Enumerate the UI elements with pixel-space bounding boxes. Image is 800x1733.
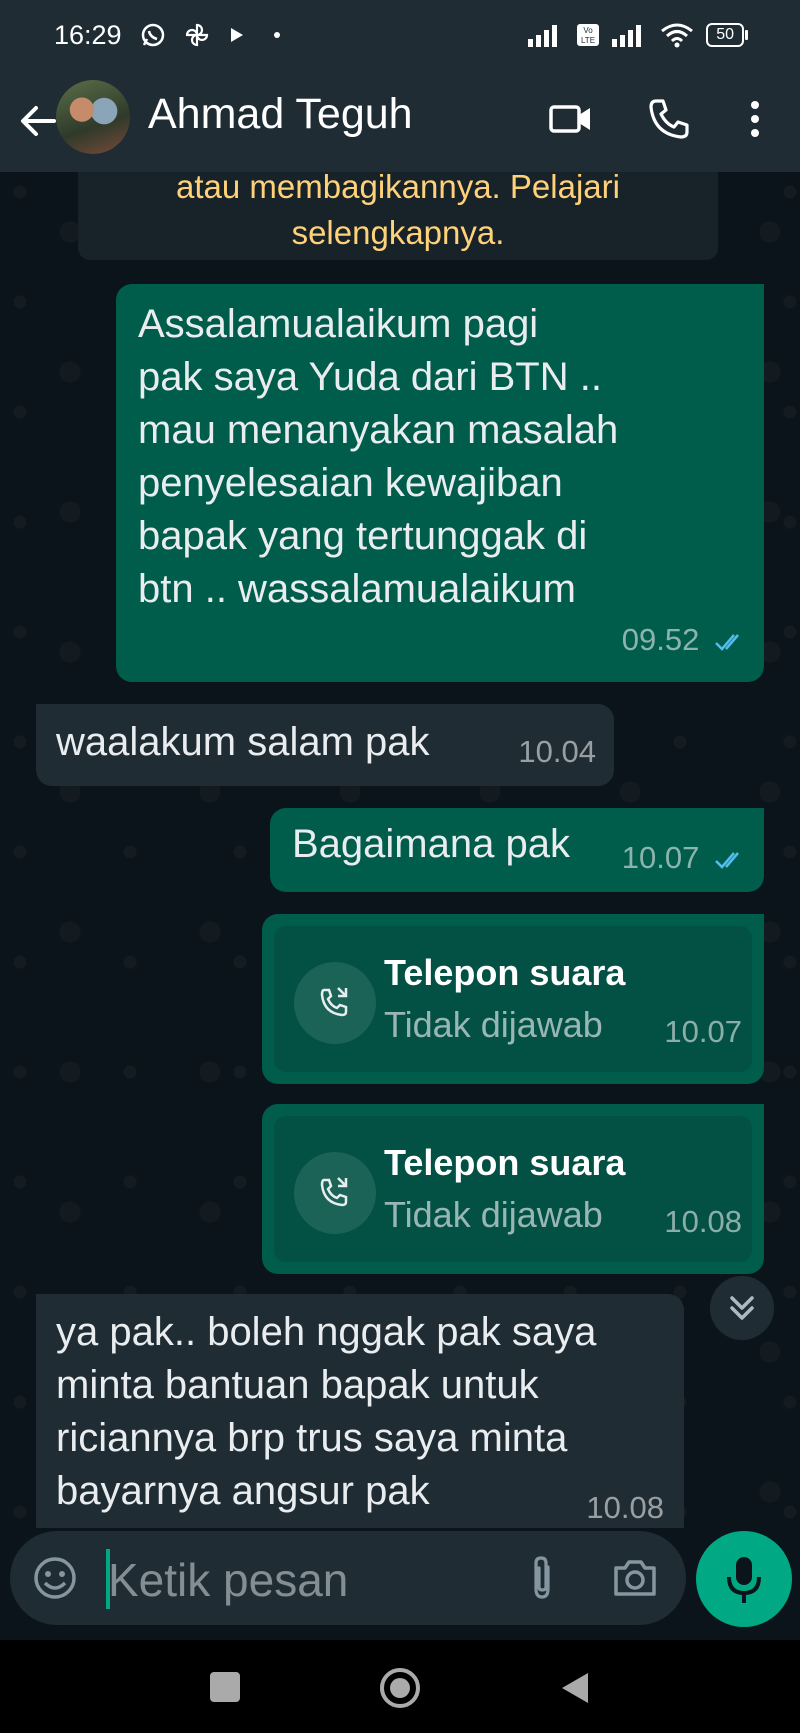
- call-card-inner: Telepon suara Tidak dijawab 10.07: [274, 926, 752, 1072]
- message-line: bapak yang tertunggak di: [138, 514, 588, 558]
- message-meta: 09.52: [622, 613, 748, 666]
- message-time: 10.07: [621, 840, 700, 875]
- svg-text:LTE: LTE: [581, 36, 595, 45]
- message-text: waalakum salam pak: [56, 720, 430, 764]
- chat-area[interactable]: atau membagikannya. Pelajari selengkapny…: [0, 172, 800, 1528]
- double-check-icon: [715, 633, 739, 651]
- camera-icon[interactable]: [610, 1553, 660, 1603]
- signal-icon: [612, 25, 642, 47]
- encryption-note-line2: selengkapnya.: [291, 214, 505, 251]
- status-right-icons: Vo LTE 50: [528, 22, 748, 48]
- svg-text:Vo: Vo: [584, 26, 594, 35]
- message-time: 10.07: [664, 1014, 742, 1049]
- missed-call-icon: [320, 1177, 348, 1207]
- status-dot: [274, 32, 280, 38]
- message-composer[interactable]: Ketik pesan: [10, 1531, 686, 1625]
- mic-icon: [727, 1557, 761, 1603]
- more-options-icon[interactable]: [740, 96, 770, 142]
- message-line: mau menanyakan masalah: [138, 408, 619, 452]
- message-line: minta bantuan bapak untuk: [56, 1363, 539, 1407]
- play-icon: [231, 28, 243, 42]
- message-time: 10.08: [664, 1204, 742, 1239]
- call-card-inner: Telepon suara Tidak dijawab 10.08: [274, 1116, 752, 1262]
- nav-home-icon[interactable]: [378, 1666, 422, 1710]
- encryption-note-line1: atau membagikannya. Pelajari: [176, 172, 620, 205]
- whatsapp-icon: [141, 23, 165, 47]
- volte-icon: VoLTE: [577, 24, 600, 46]
- message-meta: 10.07: [622, 831, 748, 884]
- message-bubble-incoming[interactable]: ya pak.. boleh nggak pak saya minta bant…: [36, 1294, 684, 1528]
- signal-icon: [528, 25, 558, 47]
- message-line: riciannya brp trus saya minta: [56, 1416, 568, 1460]
- missed-call-card[interactable]: Telepon suara Tidak dijawab 10.07: [262, 914, 764, 1084]
- call-title: Telepon suara: [384, 1142, 626, 1183]
- wifi-icon: [661, 23, 694, 48]
- status-bar: 16:29 Vo LTE 50: [0, 0, 800, 72]
- message-line: penyelesaian kewajiban: [138, 461, 563, 505]
- contact-name[interactable]: Ahmad Teguh: [148, 90, 413, 139]
- call-icon-circle: [294, 1152, 376, 1234]
- pinwheel-icon: [185, 23, 209, 47]
- battery-icon: 50: [706, 23, 748, 47]
- message-line: pak saya Yuda dari BTN ..: [138, 355, 602, 399]
- double-check-icon: [715, 851, 739, 869]
- message-bubble-incoming[interactable]: waalakum salam pak 10.04: [36, 704, 614, 786]
- call-icon-circle: [294, 962, 376, 1044]
- message-line: bayarnya angsur pak: [56, 1469, 430, 1513]
- message-line: btn .. wassalamualaikum: [138, 567, 576, 611]
- call-status: Tidak dijawab: [384, 1004, 603, 1045]
- message-time: 09.52: [621, 622, 700, 657]
- call-status: Tidak dijawab: [384, 1194, 603, 1235]
- message-bubble-outgoing[interactable]: Bagaimana pak 10.07: [270, 808, 764, 892]
- phone-icon[interactable]: [646, 96, 692, 142]
- message-line: ya pak.. boleh nggak pak saya: [56, 1310, 597, 1354]
- chat-header: Ahmad Teguh: [0, 72, 800, 172]
- status-time: 16:29: [54, 20, 122, 50]
- emoji-icon[interactable]: [32, 1555, 78, 1601]
- scroll-down-button[interactable]: [710, 1276, 774, 1340]
- message-time: 10.04: [518, 734, 596, 769]
- nav-back-icon[interactable]: [558, 1670, 592, 1706]
- system-nav-bar: [0, 1640, 800, 1733]
- missed-call-icon: [320, 987, 348, 1017]
- message-bubble-outgoing[interactable]: Assalamualaikum pagi pak saya Yuda dari …: [116, 284, 764, 682]
- message-text: Bagaimana pak: [292, 822, 570, 866]
- message-time: 10.08: [586, 1490, 664, 1525]
- video-call-icon[interactable]: [548, 96, 594, 142]
- voice-record-button[interactable]: [696, 1531, 792, 1627]
- nav-recents-icon[interactable]: [210, 1672, 240, 1702]
- encryption-note[interactable]: atau membagikannya. Pelajari selengkapny…: [78, 172, 718, 260]
- attach-icon[interactable]: [522, 1553, 562, 1603]
- message-line: Assalamualaikum pagi: [138, 302, 539, 346]
- missed-call-card[interactable]: Telepon suara Tidak dijawab 10.08: [262, 1104, 764, 1274]
- call-title: Telepon suara: [384, 952, 626, 993]
- contact-avatar[interactable]: [56, 80, 130, 154]
- status-left-icons: [140, 22, 280, 48]
- message-input[interactable]: Ketik pesan: [108, 1553, 348, 1607]
- scroll-down-icon: [730, 1296, 754, 1320]
